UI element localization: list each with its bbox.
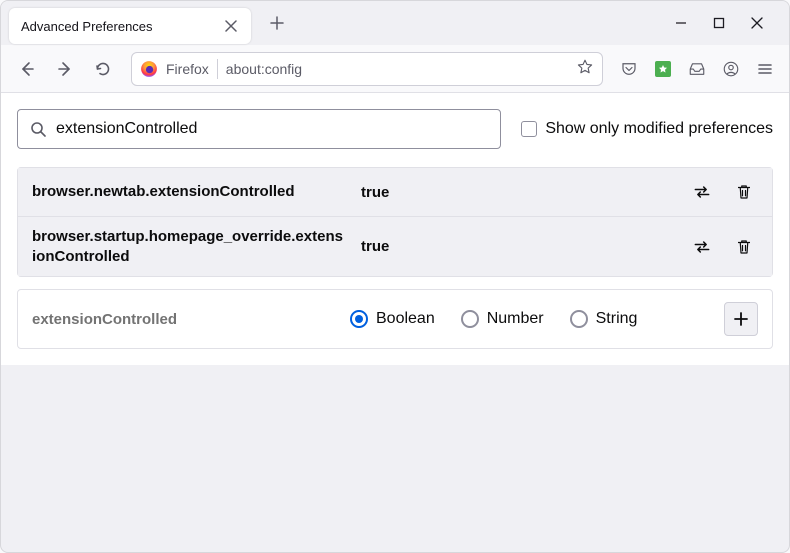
checkbox-icon [521,121,537,137]
window-close-button[interactable] [747,13,767,33]
toggle-button[interactable] [688,233,716,261]
type-radio-boolean[interactable]: Boolean [350,310,435,328]
tab-title: Advanced Preferences [21,19,153,34]
pref-name: browser.newtab.extensionControlled [32,182,347,202]
radio-label: Boolean [376,310,435,328]
hamburger-menu-icon[interactable] [751,55,779,83]
type-radio-group: Boolean Number String [350,310,706,328]
toggle-button[interactable] [688,178,716,206]
pref-search-input[interactable] [56,120,488,138]
add-pref-button[interactable] [724,302,758,336]
pref-row: browser.newtab.extensionControlled true [18,168,772,216]
urlbar-product-label: Firefox [166,61,209,77]
pref-row: browser.startup.homepage_override.extens… [18,216,772,276]
forward-button[interactable] [49,53,81,85]
pref-results: browser.newtab.extensionControlled true … [17,167,773,277]
pref-value: true [361,238,674,255]
radio-icon [461,310,479,328]
pocket-icon[interactable] [615,55,643,83]
reload-button[interactable] [87,53,119,85]
show-modified-checkbox[interactable]: Show only modified preferences [521,120,773,138]
show-modified-label: Show only modified preferences [545,120,773,138]
browser-tab[interactable]: Advanced Preferences [9,8,251,44]
urlbar-divider [217,59,218,79]
window-maximize-button[interactable] [709,13,729,33]
delete-button[interactable] [730,233,758,261]
urlbar-address: about:config [226,61,568,77]
new-pref-name: extensionControlled [32,311,332,328]
back-button[interactable] [11,53,43,85]
account-icon[interactable] [717,55,745,83]
pref-search-box[interactable] [17,109,501,149]
pref-value: true [361,184,674,201]
radio-label: Number [487,310,544,328]
new-pref-row: extensionControlled Boolean Number Strin… [17,289,773,349]
window-minimize-button[interactable] [671,13,691,33]
type-radio-string[interactable]: String [570,310,638,328]
firefox-logo-icon [140,60,158,78]
delete-button[interactable] [730,178,758,206]
inbox-icon[interactable] [683,55,711,83]
search-icon [30,121,46,137]
address-bar[interactable]: Firefox about:config [131,52,603,86]
new-tab-button[interactable] [261,7,293,39]
pref-name: browser.startup.homepage_override.extens… [32,227,347,266]
type-radio-number[interactable]: Number [461,310,544,328]
extension-icon[interactable] [649,55,677,83]
bookmark-star-icon[interactable] [576,58,594,79]
close-tab-icon[interactable] [223,18,239,34]
radio-icon [570,310,588,328]
radio-label: String [596,310,638,328]
radio-icon [350,310,368,328]
